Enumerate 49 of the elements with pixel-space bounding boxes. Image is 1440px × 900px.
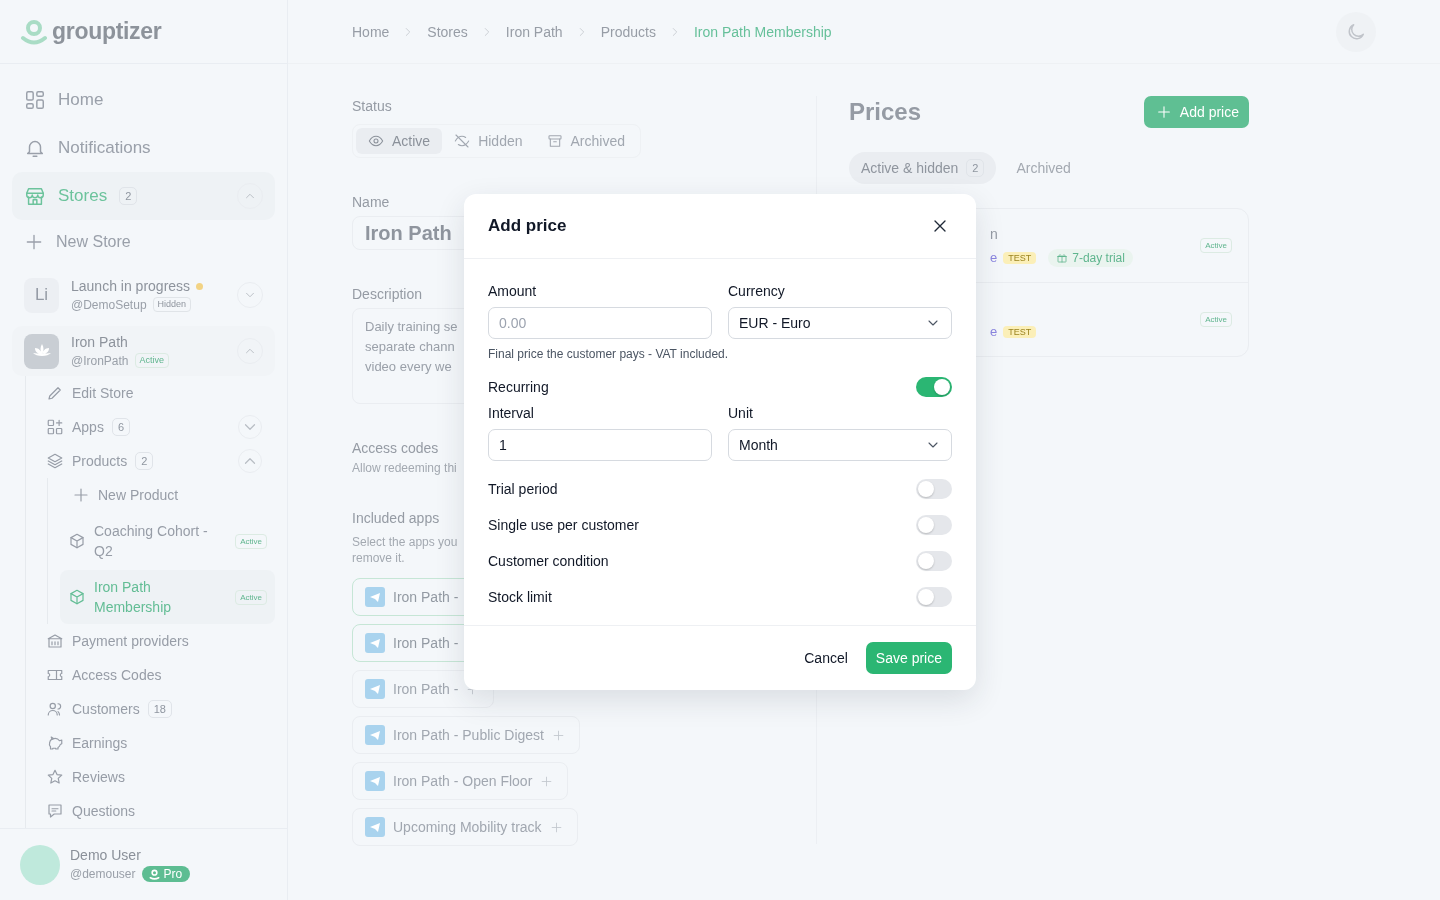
section-hint: Allow redeeming thi	[352, 460, 457, 476]
count-badge: 2	[966, 159, 985, 177]
trial-badge: 7-day trial	[1048, 248, 1133, 267]
field-label: Name	[352, 194, 390, 210]
status-badge: Active	[1200, 238, 1232, 253]
toggle-label: Stock limit	[488, 589, 552, 605]
logo-text: grouptizer	[52, 18, 162, 45]
description-text: Daily training se	[365, 318, 458, 336]
store-handle: @IronPath	[71, 353, 129, 368]
store-avatar: Li	[24, 277, 59, 313]
field-label: Currency	[728, 283, 786, 299]
section-hint: Select the apps you	[352, 534, 458, 550]
field-label: Status	[352, 98, 392, 114]
field-label: Interval	[488, 405, 535, 421]
status-badge: Active	[1200, 312, 1232, 327]
toggle-label: Recurring	[488, 379, 549, 395]
status-badge: Active	[235, 533, 267, 549]
toggle-label: Customer condition	[488, 553, 609, 569]
section-hint: remove it.	[352, 550, 405, 566]
field-label: Description	[352, 286, 423, 302]
status-badge: Active	[235, 589, 267, 605]
user-name: Demo User	[70, 847, 142, 863]
store-name: Iron Path	[71, 334, 128, 350]
count-badge: 2	[119, 187, 138, 205]
environment-badge: TEST	[1003, 251, 1037, 264]
count-badge: 2	[135, 452, 154, 470]
environment-badge: TEST	[1003, 325, 1037, 338]
price-title: n	[990, 225, 998, 242]
section-title: Included apps	[352, 510, 440, 526]
section-title: Prices	[849, 98, 922, 126]
price-mode: e	[990, 250, 998, 265]
plan-badge: Pro	[141, 866, 191, 882]
store-name: Launch in progress	[71, 278, 191, 294]
toggle-label: Trial period	[488, 481, 558, 497]
count-badge: 18	[147, 700, 172, 718]
description-text: separate chann	[365, 338, 455, 356]
toggle-label: Single use per customer	[488, 517, 639, 533]
dialog-title: Add price	[488, 216, 567, 236]
description-text: video every we	[365, 358, 452, 376]
price-mode: e	[990, 324, 998, 339]
user-handle: @demouser	[70, 867, 136, 881]
status-badge: Active	[134, 353, 170, 368]
field-label: Unit	[728, 405, 754, 421]
status-badge: Hidden	[152, 297, 192, 312]
field-hint: Final price the customer pays - VAT included.	[488, 347, 730, 361]
store-handle: @DemoSetup	[71, 297, 147, 312]
field-label: Amount	[488, 283, 538, 299]
count-badge: 6	[111, 418, 131, 436]
section-title: Access codes	[352, 440, 439, 456]
